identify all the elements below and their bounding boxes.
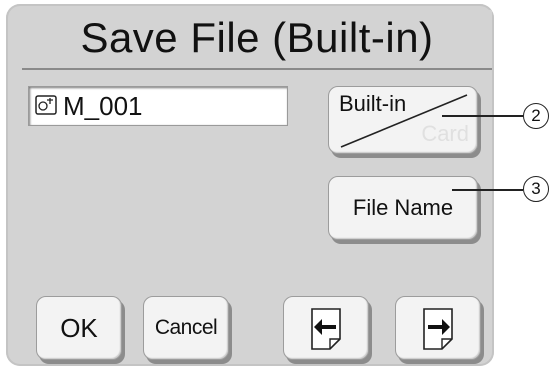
- callout-leader-line: [452, 189, 523, 191]
- callout-leader-line: [442, 115, 523, 117]
- dialog-title: Save File (Built-in): [80, 14, 434, 61]
- page-previous-icon: [311, 308, 341, 350]
- file-name-text: M_001: [63, 91, 143, 121]
- ok-button-label: OK: [60, 312, 98, 343]
- callout-marker: 2: [523, 103, 549, 129]
- title-bar: Save File (Built-in): [22, 10, 492, 70]
- ok-button[interactable]: OK: [36, 296, 122, 360]
- cancel-button-label: Cancel: [154, 316, 218, 339]
- sewing-file-icon: [35, 95, 57, 115]
- file-name-button-label: File Name: [352, 195, 454, 220]
- callout-marker: 3: [523, 176, 549, 202]
- file-name-field[interactable]: M_001: [28, 86, 288, 126]
- toggle-slash-divider: [340, 94, 468, 148]
- cancel-button[interactable]: Cancel: [143, 296, 229, 360]
- page-next-icon: [423, 308, 453, 350]
- built-in-card-toggle-button[interactable]: Built-in Card: [328, 86, 478, 154]
- file-name-button[interactable]: File Name: [328, 176, 478, 240]
- previous-page-button[interactable]: [283, 296, 369, 360]
- save-file-dialog: Save File (Built-in) M_001 Built-in Card…: [6, 4, 494, 366]
- next-page-button[interactable]: [395, 296, 481, 360]
